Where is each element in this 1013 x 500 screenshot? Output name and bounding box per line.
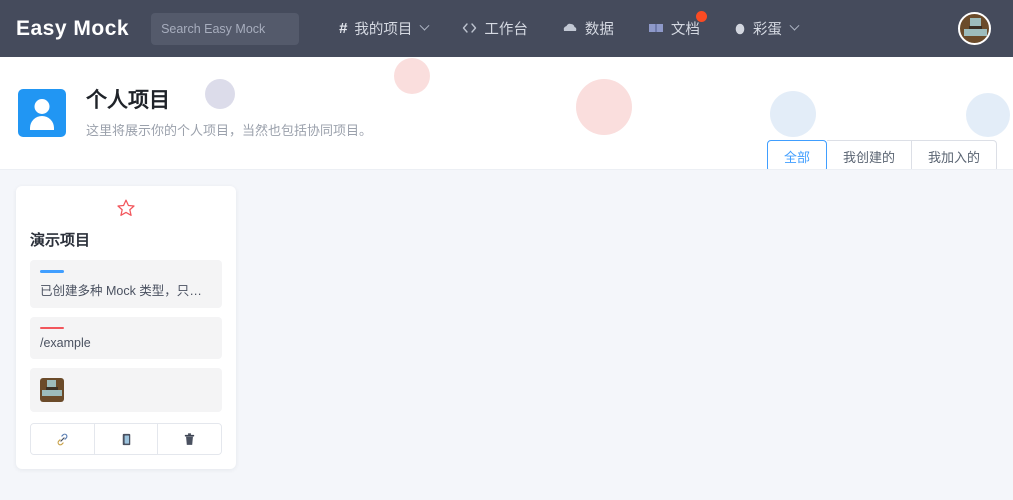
avatar[interactable] bbox=[958, 12, 991, 45]
database-icon bbox=[562, 22, 578, 36]
page-subtitle: 这里将展示你的个人项目，当然也包括协同项目。 bbox=[86, 123, 373, 139]
nav-item-data[interactable]: 数据 bbox=[562, 14, 614, 43]
project-description-block: 已创建多种 Mock 类型，只需点... bbox=[30, 260, 222, 308]
filter-joined-by-me[interactable]: 我加入的 bbox=[911, 140, 997, 169]
trash-icon bbox=[184, 432, 195, 445]
chevron-down-icon bbox=[419, 20, 430, 31]
page-title: 个人项目 bbox=[86, 88, 170, 112]
nav-item-my-projects[interactable]: # 我的项目 bbox=[339, 14, 430, 43]
avatar-shape-body bbox=[964, 29, 987, 36]
project-filter-group: 全部 我创建的 我加入的 bbox=[766, 140, 997, 169]
nav-item-docs[interactable]: 文档 bbox=[648, 11, 707, 43]
project-card-actions bbox=[30, 423, 222, 455]
app-logo[interactable]: Easy Mock bbox=[16, 17, 129, 41]
project-card[interactable]: 演示项目 已创建多种 Mock 类型，只需点... /example bbox=[16, 186, 236, 469]
nav-item-label: 数据 bbox=[584, 22, 614, 38]
person-icon-head bbox=[34, 99, 50, 114]
member-avatar-body bbox=[42, 390, 62, 396]
projects-area: 演示项目 已创建多种 Mock 类型，只需点... /example bbox=[0, 170, 1013, 499]
star-icon bbox=[117, 199, 135, 216]
path-rule bbox=[40, 326, 64, 329]
nav-items: # 我的项目 工作台 数据 文档 彩蛋 bbox=[339, 11, 800, 43]
link-icon bbox=[57, 433, 68, 445]
delete-project-button[interactable] bbox=[157, 424, 221, 454]
notification-badge bbox=[695, 11, 707, 22]
code-brackets-icon bbox=[462, 22, 477, 36]
project-description: 已创建多种 Mock 类型，只需点... bbox=[40, 283, 212, 298]
nav-item-workbench[interactable]: 工作台 bbox=[462, 14, 528, 43]
chevron-down-icon bbox=[789, 20, 800, 31]
egg-icon bbox=[734, 21, 746, 37]
clone-project-button[interactable] bbox=[93, 424, 158, 454]
nav-item-label: 文档 bbox=[670, 22, 700, 38]
page-header: 个人项目 这里将展示你的个人项目，当然也包括协同项目。 全部 我创建的 我加入的 bbox=[0, 57, 1013, 170]
project-name: 演示项目 bbox=[30, 232, 91, 249]
copy-link-button[interactable] bbox=[31, 424, 94, 454]
nav-item-label: 工作台 bbox=[484, 22, 528, 38]
nav-item-label: 彩蛋 bbox=[752, 22, 782, 38]
user-menu[interactable] bbox=[958, 0, 997, 57]
search-input[interactable] bbox=[151, 12, 300, 45]
filter-created-by-me[interactable]: 我创建的 bbox=[826, 140, 912, 169]
project-path: /example bbox=[40, 336, 91, 350]
nav-item-easter-egg[interactable]: 彩蛋 bbox=[734, 14, 800, 43]
project-members-block bbox=[30, 368, 222, 412]
top-navbar: Easy Mock # 我的项目 工作台 数据 bbox=[0, 0, 1013, 57]
project-avatar bbox=[18, 89, 66, 137]
hash-icon: # bbox=[339, 20, 348, 37]
project-path-block: /example bbox=[30, 316, 222, 359]
person-icon-body bbox=[30, 116, 54, 130]
member-avatar[interactable] bbox=[40, 378, 64, 402]
book-icon bbox=[648, 22, 664, 36]
nav-item-label: 我的项目 bbox=[354, 22, 413, 38]
copy-icon bbox=[122, 433, 130, 445]
description-rule bbox=[40, 270, 64, 273]
favorite-star-button[interactable] bbox=[30, 198, 222, 222]
filter-all[interactable]: 全部 bbox=[766, 140, 827, 169]
